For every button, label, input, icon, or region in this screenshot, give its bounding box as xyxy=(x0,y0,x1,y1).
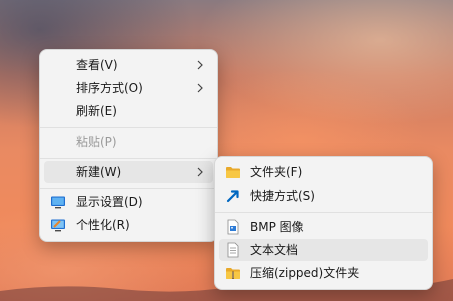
menu-item-new[interactable]: 新建(W) xyxy=(44,161,213,183)
folder-icon xyxy=(226,167,240,178)
menu-separator xyxy=(215,212,432,213)
submenu-item-shortcut[interactable]: 快捷方式(S) xyxy=(219,185,428,207)
chevron-right-icon xyxy=(197,167,203,177)
submenu-item-bmp-image-label: BMP 图像 xyxy=(250,220,304,234)
menu-separator xyxy=(40,188,217,189)
menu-item-sort-by-label: 排序方式(O) xyxy=(76,81,143,95)
shortcut-icon xyxy=(226,190,239,203)
text-document-icon xyxy=(227,242,239,258)
submenu-item-bmp-image[interactable]: BMP 图像 xyxy=(219,216,428,238)
submenu-item-text-document[interactable]: 文本文档 xyxy=(219,239,428,261)
personalize-icon xyxy=(51,219,65,232)
menu-separator xyxy=(40,158,217,159)
menu-item-paste-label: 粘贴(P) xyxy=(76,135,117,149)
menu-separator xyxy=(40,127,217,128)
bmp-image-icon xyxy=(227,219,239,235)
desktop-context-menu: 查看(V) 排序方式(O) 刷新(E) 粘贴(P) 新建(W) 显示设置(D) … xyxy=(39,49,218,242)
chevron-right-icon xyxy=(197,60,203,70)
chevron-right-icon xyxy=(197,83,203,93)
menu-item-refresh[interactable]: 刷新(E) xyxy=(44,100,213,122)
menu-item-view-label: 查看(V) xyxy=(76,58,118,72)
menu-item-view[interactable]: 查看(V) xyxy=(44,54,213,76)
submenu-item-zip-folder-label: 压缩(zipped)文件夹 xyxy=(250,266,360,280)
submenu-item-zip-folder[interactable]: 压缩(zipped)文件夹 xyxy=(219,262,428,284)
submenu-item-shortcut-label: 快捷方式(S) xyxy=(250,189,315,203)
submenu-item-text-document-label: 文本文档 xyxy=(250,243,299,257)
menu-item-display-settings-label: 显示设置(D) xyxy=(76,195,143,209)
menu-item-display-settings[interactable]: 显示设置(D) xyxy=(44,191,213,213)
menu-item-refresh-label: 刷新(E) xyxy=(76,104,117,118)
submenu-item-folder-label: 文件夹(F) xyxy=(250,165,303,179)
new-submenu: 文件夹(F) 快捷方式(S) BMP 图像 文本文档 压缩(zipped)文件夹 xyxy=(214,156,433,290)
submenu-item-folder[interactable]: 文件夹(F) xyxy=(219,161,428,183)
menu-item-personalize[interactable]: 个性化(R) xyxy=(44,214,213,236)
menu-item-new-label: 新建(W) xyxy=(76,165,122,179)
menu-item-personalize-label: 个性化(R) xyxy=(76,218,130,232)
display-icon xyxy=(51,196,65,209)
zip-folder-icon xyxy=(226,268,240,279)
menu-item-sort-by[interactable]: 排序方式(O) xyxy=(44,77,213,99)
menu-item-paste: 粘贴(P) xyxy=(44,131,213,153)
